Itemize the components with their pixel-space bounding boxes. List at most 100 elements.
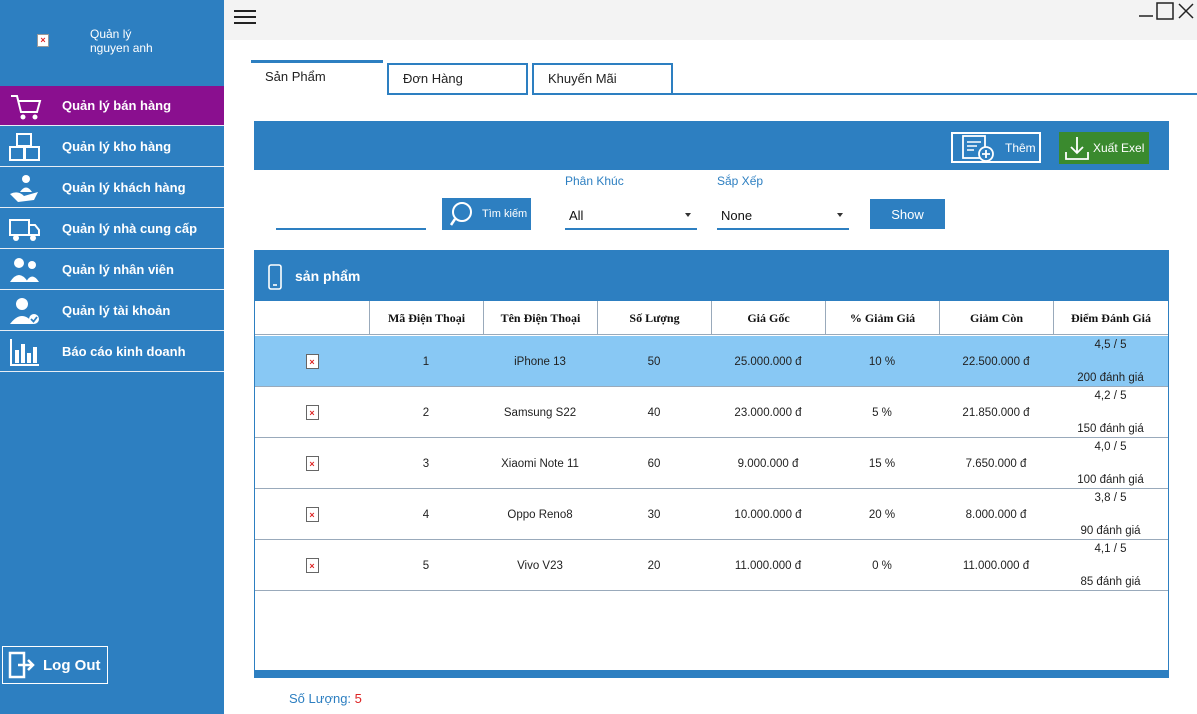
phone-icon <box>268 264 282 290</box>
product-image: × <box>255 540 369 591</box>
sidebar-item-1[interactable]: Quản lý bán hàng <box>0 86 224 126</box>
sidebar-item-2[interactable]: Quản lý kho hàng <box>0 127 224 167</box>
rating-score: 4,2 / 5 <box>1094 390 1127 402</box>
cell-rating: 4,0 / 5 100 đánh giá <box>1053 438 1168 489</box>
product-image: × <box>255 438 369 489</box>
cell-name: Vivo V23 <box>517 559 563 572</box>
tab-san-pham[interactable]: Sản Phẩm <box>251 60 383 92</box>
products-panel: sản phẩm Mã Điện Thoại Tên Điện Thoại Số L… <box>254 250 1169 678</box>
tab-label: Đơn Hàng <box>403 71 463 86</box>
cell-price: 23.000.000 đ <box>734 406 802 419</box>
boxes-icon <box>0 127 50 167</box>
rating-reviews: 150 đánh giá <box>1077 423 1144 435</box>
sidebar-item-label: Quản lý tài khoản <box>62 303 171 318</box>
maximize-icon <box>1156 2 1174 20</box>
cell-price: 9.000.000 đ <box>737 457 799 470</box>
cell-qty: 30 <box>647 508 661 521</box>
broken-image-icon: × <box>305 405 319 420</box>
add-button[interactable]: Thêm <box>951 132 1041 163</box>
tab-don-hang[interactable]: Đơn Hàng <box>387 63 528 95</box>
sidebar-item-3[interactable]: Quản lý khách hàng <box>0 168 224 208</box>
cell-rating: 3,8 / 5 90 đánh giá <box>1053 489 1168 540</box>
rating-reviews: 200 đánh giá <box>1077 372 1144 384</box>
cell-id: 2 <box>422 406 430 419</box>
rating-score: 3,8 / 5 <box>1094 492 1127 504</box>
title-bar <box>224 0 1197 40</box>
cell-id: 1 <box>422 355 430 368</box>
table-row[interactable]: × 4 Oppo Reno8 30 10.000.000 đ 20 % 8.000.000 … <box>255 489 1168 540</box>
column-header[interactable]: Mã Điện Thoại <box>369 301 483 335</box>
sidebar: × Quản lý nguyen anh Quản lý bán hàng Quả… <box>0 0 224 714</box>
app-window: × Quản lý nguyen anh Quản lý bán hàng Quả… <box>0 0 1197 714</box>
rating-score: 4,0 / 5 <box>1094 441 1127 453</box>
staff-icon <box>0 250 50 290</box>
minimize-button[interactable] <box>1137 2 1155 20</box>
cell-discount: 10 % <box>868 355 896 368</box>
sidebar-item-5[interactable]: Quản lý nhân viên <box>0 250 224 290</box>
show-button[interactable]: Show <box>870 199 945 229</box>
column-header[interactable]: Giảm Còn <box>939 301 1053 335</box>
logout-icon <box>8 651 35 679</box>
cell-id: 5 <box>422 559 430 572</box>
sidebar-item-label: Quản lý bán hàng <box>62 98 172 113</box>
rating-reviews: 85 đánh giá <box>1080 576 1141 588</box>
table-row[interactable]: × 2 Samsung S22 40 23.000.000 đ 5 % 21.850.000… <box>255 387 1168 438</box>
avatar: × <box>37 34 49 47</box>
maximize-button[interactable] <box>1156 2 1174 20</box>
cell-discount: 20 % <box>868 508 896 521</box>
sidebar-item-7[interactable]: Báo cáo kinh doanh <box>0 332 224 372</box>
search-button-label: Tìm kiếm <box>482 208 528 220</box>
bar-chart-icon <box>0 332 50 372</box>
cell-id: 3 <box>422 457 430 470</box>
table-row[interactable]: × 1 iPhone 13 50 25.000.000 đ 10 % 22.500.000 … <box>255 336 1168 387</box>
search-button[interactable]: Tìm kiếm <box>442 198 531 230</box>
add-button-label: Thêm <box>1005 140 1036 155</box>
sidebar-item-4[interactable]: Quản lý nhà cung cấp <box>0 209 224 249</box>
panel-footer <box>255 670 1168 677</box>
cell-id: 4 <box>422 508 430 521</box>
cell-rating: 4,5 / 5 200 đánh giá <box>1053 336 1168 387</box>
table-row[interactable]: × 3 Xiaomi Note 11 60 9.000.000 đ 15 % 7.650.0… <box>255 438 1168 489</box>
export-button-label: Xuất Exel <box>1093 141 1145 155</box>
table-row[interactable]: × 5 Vivo V23 20 11.000.000 đ 0 % 11.000.000 đ 4… <box>255 540 1168 591</box>
column-header[interactable]: Tên Điện Thoại <box>483 301 597 335</box>
rating-score: 4,1 / 5 <box>1094 543 1127 555</box>
cell-discount: 15 % <box>868 457 896 470</box>
sidebar-item-label: Báo cáo kinh doanh <box>62 344 186 359</box>
export-excel-button[interactable]: Xuất Exel <box>1059 132 1149 164</box>
search-input[interactable] <box>276 204 426 230</box>
cart-icon <box>0 86 50 126</box>
cell-final: 22.500.000 đ <box>962 355 1030 368</box>
column-header[interactable]: % Giảm Giá <box>825 301 939 335</box>
download-icon <box>1065 137 1089 160</box>
cell-final: 7.650.000 đ <box>965 457 1027 470</box>
column-header[interactable]: Số Lượng <box>597 301 711 335</box>
close-button[interactable] <box>1177 2 1195 20</box>
product-image: × <box>255 489 369 540</box>
search-icon <box>449 202 472 226</box>
sidebar-item-label: Quản lý kho hàng <box>62 139 172 154</box>
cell-final: 21.850.000 đ <box>962 406 1030 419</box>
sort-select[interactable]: None <box>717 203 849 230</box>
sidebar-item-6[interactable]: Quản lý tài khoản <box>0 291 224 331</box>
sidebar-item-label: Quản lý nhân viên <box>62 262 174 277</box>
rating-reviews: 90 đánh giá <box>1080 525 1141 537</box>
broken-image-icon: × <box>305 507 319 522</box>
sort-label: Sắp Xếp <box>717 174 764 188</box>
product-image: × <box>255 336 369 387</box>
product-image: × <box>255 387 369 438</box>
tab-khuyen-mai[interactable]: Khuyến Mãi <box>532 63 673 95</box>
cell-final: 11.000.000 đ <box>962 559 1030 572</box>
column-header[interactable]: Giá Gốc <box>711 301 825 335</box>
user-name: Quản lý nguyen anh <box>90 27 153 55</box>
column-header[interactable]: Điểm Đánh Giá <box>1053 301 1168 335</box>
column-header[interactable] <box>255 301 369 335</box>
logout-button[interactable]: Log Out <box>2 646 108 684</box>
minimize-icon <box>1139 15 1153 17</box>
rating-score: 4,5 / 5 <box>1094 339 1127 351</box>
cell-qty: 20 <box>647 559 661 572</box>
count-value: 5 <box>354 691 362 706</box>
segment-select[interactable]: All <box>565 203 697 230</box>
chevron-down-icon <box>685 213 691 217</box>
menu-icon[interactable] <box>234 6 256 28</box>
